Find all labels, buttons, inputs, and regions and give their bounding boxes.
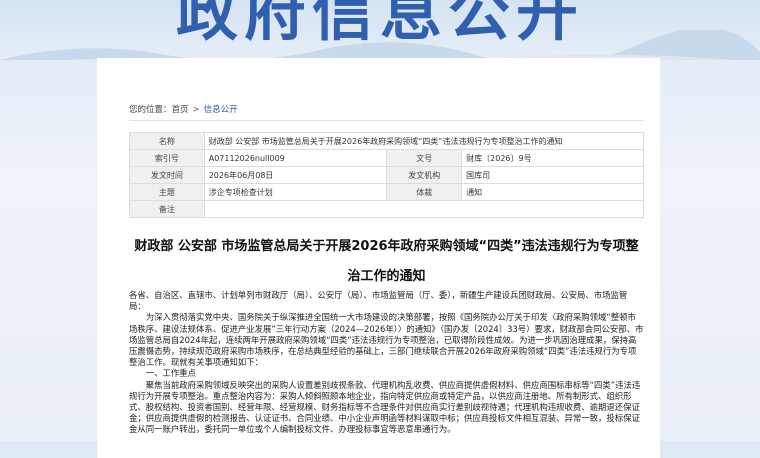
- meta-key: 发文机构: [386, 166, 463, 184]
- meta-key: 文号: [386, 149, 463, 167]
- banner-mountain-decoration: [0, 30, 760, 60]
- meta-row-remark: 备注: [129, 200, 645, 218]
- meta-row-index: 索引号 A07112026null009 文号 财库〔2026〕9号: [129, 149, 644, 167]
- meta-value: 财政部 公安部 市场监管总局关于开展2026年政府采购领域“四类”违法违规行为专…: [203, 132, 645, 150]
- meta-key: 主题: [129, 183, 205, 201]
- meta-value: 2026年06月08日: [203, 166, 388, 184]
- meta-value: 国库司: [461, 166, 644, 184]
- site-banner: 政府信息公开: [0, 0, 760, 60]
- divider: [129, 120, 644, 121]
- breadcrumb: 您的位置：首页 > 信息公开: [129, 103, 238, 115]
- meta-value: [203, 200, 645, 218]
- meta-key: 备注: [129, 200, 205, 218]
- body-paragraph: 聚焦当前政府采购领域反映突出的采购人设置差别歧视条款、代理机构乱收费、供应商提供…: [129, 379, 641, 435]
- breadcrumb-separator: >: [192, 105, 200, 115]
- meta-key: 索引号: [129, 149, 205, 167]
- meta-key: 发文时间: [129, 166, 205, 184]
- body-paragraph: 为深入贯彻落实党中央、国务院关于纵深推进全国统一大市场建设的决策部署，按照《国务…: [129, 312, 644, 368]
- meta-value: 涉企专项检查计划: [203, 183, 388, 201]
- breadcrumb-prefix: 您的位置：: [129, 105, 172, 115]
- document-body: 各省、自治区、直辖市、计划单列市财政厅（局）、公安厅（局）、市场监管局（厅、委）…: [129, 290, 644, 436]
- meta-key: 名称: [129, 132, 205, 150]
- meta-value: 财库〔2026〕9号: [461, 149, 644, 167]
- addressee: 各省、自治区、直辖市、计划单列市财政厅（局）、公安厅（局）、市场监管局（厅、委）…: [129, 290, 628, 312]
- content-panel: 您的位置：首页 > 信息公开 名称 财政部 公安部 市场监管总局关于开展2026年政…: [97, 58, 660, 458]
- breadcrumb-home-link[interactable]: 首页: [172, 105, 189, 115]
- document-meta-table: 名称 财政部 公安部 市场监管总局关于开展2026年政府采购领域“四类”违法违规…: [129, 132, 645, 218]
- meta-value: 通知: [461, 183, 644, 201]
- meta-row-topic: 主题 涉企专项检查计划 体裁 通知: [129, 183, 644, 201]
- breadcrumb-current-link[interactable]: 信息公开: [204, 105, 238, 115]
- meta-row-date: 发文时间 2026年06月08日 发文机构 国库司: [129, 166, 644, 184]
- meta-key: 体裁: [386, 183, 463, 201]
- document-title: 财政部 公安部 市场监管总局关于开展2026年政府采购领域“四类”违法违规行为专…: [134, 239, 639, 284]
- meta-value: A07112026null009: [203, 149, 388, 167]
- section-heading: 一、工作重点: [145, 368, 197, 379]
- meta-row-name: 名称 财政部 公安部 市场监管总局关于开展2026年政府采购领域“四类”违法违规…: [129, 132, 645, 150]
